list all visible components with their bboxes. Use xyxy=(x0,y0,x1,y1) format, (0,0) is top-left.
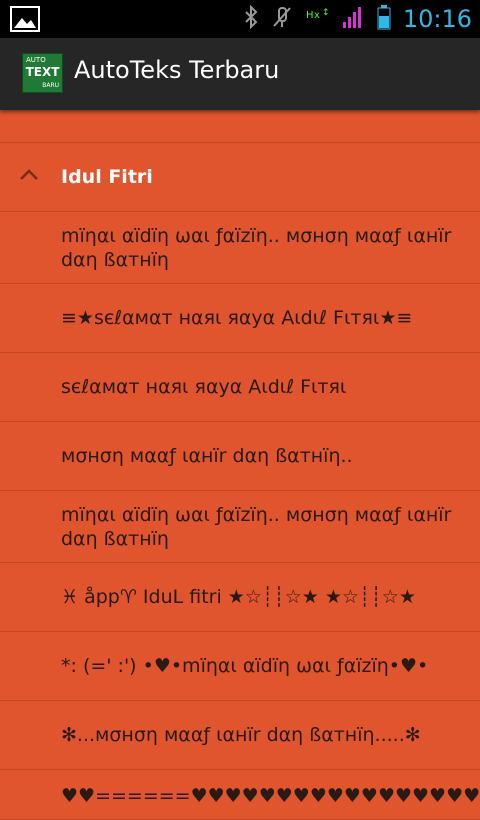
image-icon xyxy=(10,6,40,32)
list-item-text: mïηαι αïdïη ωαι ƒαïzïη.. мσнση мααƒ ιαнï… xyxy=(61,503,452,550)
list-item[interactable]: ѕєℓαмαт нαяι яαуα Αιdιℓ Fιтяι xyxy=(0,353,480,422)
list-item-text: ♥♥======♥♥♥♥♥♥♥♥♥♥♥♥♥♥♥♥♥ xyxy=(61,785,480,807)
list-item-text: мσнση мααƒ ιαнïr dαη ßαтнïη.. xyxy=(61,445,353,467)
list-top-strip xyxy=(0,110,480,143)
mute-icon xyxy=(271,5,293,33)
list-item-text: ♓ åpp♈ IduL fitri ★☆┊┊☆★ ★☆┊┊☆★ xyxy=(61,586,416,608)
status-bar: H x ↕ 10:16 xyxy=(0,0,480,38)
battery-icon xyxy=(377,4,391,34)
hx-data-icon: H x ↕ xyxy=(305,5,330,33)
list-item-text: *: (=' :') •♥•mïηαι αïdïη ωαι ƒαïzïη•♥• xyxy=(61,655,429,677)
app-icon-text-text: TEXT xyxy=(25,65,60,79)
list-item[interactable]: *: (=' :') •♥•mïηαι αïdïη ωαι ƒαïzïη•♥• xyxy=(0,632,480,701)
chevron-up-icon xyxy=(18,165,40,183)
list-item[interactable]: ≡★ѕєℓαмαт нαяι яαуα Αιdιℓ Fιтяι★≡ xyxy=(0,284,480,353)
list-item[interactable]: ♓ åpp♈ IduL fitri ★☆┊┊☆★ ★☆┊┊☆★ xyxy=(0,563,480,632)
template-list: Idul Fitri mïηαι αïdïη ωαι ƒαïzïη.. мσнσ… xyxy=(0,110,480,820)
list-item[interactable]: ✻...мσнση мααƒ ιαнïr dαη ßαтнïη.....✻ xyxy=(0,701,480,770)
svg-text:H: H xyxy=(306,10,314,21)
clock: 10:16 xyxy=(402,5,472,33)
app-icon-text-baru: BARU xyxy=(42,82,59,89)
svg-text:↕: ↕ xyxy=(322,8,329,18)
app-title: AutoTeks Terbaru xyxy=(74,56,280,84)
list-item-text: ѕєℓαмαт нαяι яαуα Αιdιℓ Fιтяι xyxy=(61,376,347,398)
group-header-idul-fitri[interactable]: Idul Fitri xyxy=(0,143,480,212)
list-item[interactable]: мσнση мααƒ ιαнïr dαη ßαтнïη.. xyxy=(0,422,480,491)
app-icon-text-auto: AUTO xyxy=(26,56,46,64)
signal-icon xyxy=(341,5,365,33)
group-label: Idul Fitri xyxy=(61,166,153,188)
list-item[interactable]: mïηαι αïdïη ωαι ƒαïzïη.. мσнση мααƒ ιαнï… xyxy=(0,212,480,284)
bluetooth-icon xyxy=(243,4,259,33)
list-item-text: ≡★ѕєℓαмαт нαяι яαуα Αιdιℓ Fιтяι★≡ xyxy=(61,307,413,329)
list-item[interactable]: mïηαι αïdïη ωαι ƒαïzïη.. мσнση мααƒ ιαнï… xyxy=(0,491,480,563)
app-icon[interactable]: AUTO TEXT BARU xyxy=(22,53,63,93)
list-item-text: ✻...мσнση мααƒ ιαнïr dαη ßαтнïη.....✻ xyxy=(61,724,421,746)
list-item-text: mïηαι αïdïη ωαι ƒαïzïη.. мσнση мααƒ ιαнï… xyxy=(61,224,452,271)
svg-text:x: x xyxy=(314,10,320,21)
list-item[interactable]: ♥♥======♥♥♥♥♥♥♥♥♥♥♥♥♥♥♥♥♥ xyxy=(0,770,480,820)
action-bar: AUTO TEXT BARU AutoTeks Terbaru xyxy=(0,38,480,110)
